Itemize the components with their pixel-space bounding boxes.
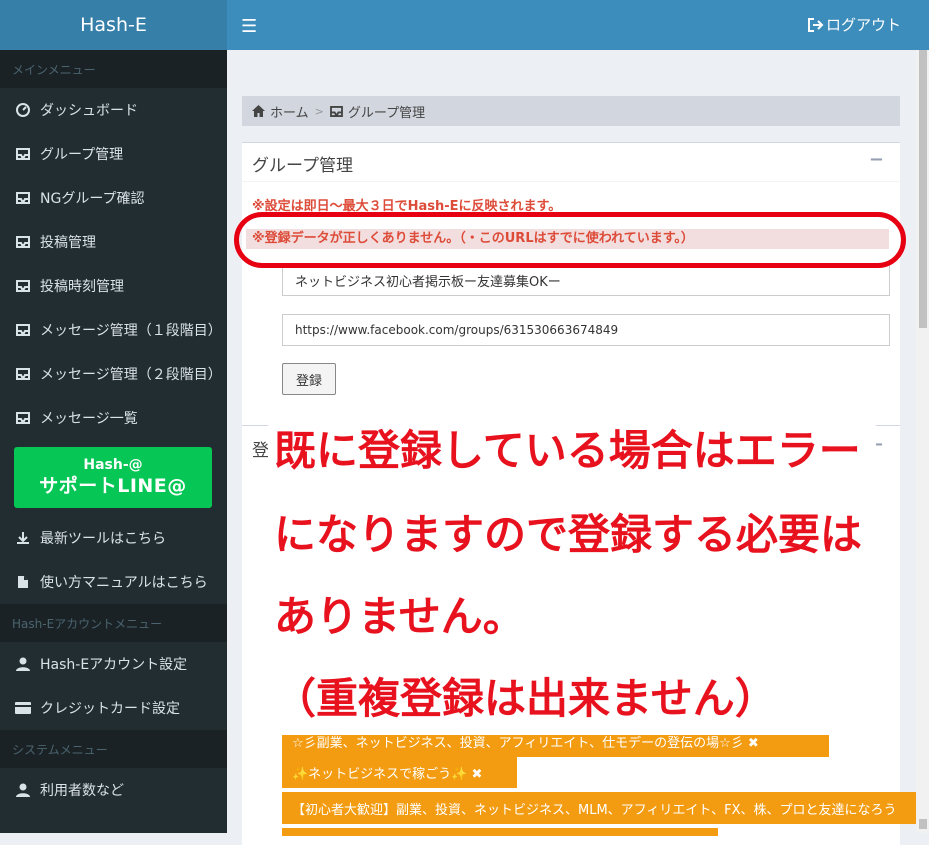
main-menu-header: メインメニュー — [0, 50, 227, 88]
system-menu-header: システムメニュー — [0, 730, 227, 768]
annotation-line-3: ありません。 — [274, 592, 525, 641]
sidebar-item-account-settings[interactable]: Hash-Eアカウント設定 — [0, 642, 227, 686]
inbox-icon — [329, 105, 343, 117]
sidebar-item-label: NGグループ確認 — [40, 191, 145, 207]
download-icon — [15, 530, 31, 546]
breadcrumb-home[interactable]: ホーム — [270, 102, 309, 121]
sidebar-item-group-management[interactable]: グループ管理 — [0, 132, 227, 176]
sidebar-item-message-2[interactable]: メッセージ管理（２段階目） — [0, 352, 227, 396]
sidebar-item-post-time[interactable]: 投稿時刻管理 — [0, 264, 227, 308]
file-icon — [15, 574, 31, 590]
logout-icon — [807, 17, 824, 32]
group-name-field[interactable]: ネットビジネス初心者掲示板ー友達募集OKー — [282, 264, 890, 296]
sidebar-item-ng-group[interactable]: NGグループ確認 — [0, 176, 227, 220]
logout-label: ログアウト — [825, 16, 901, 34]
scrollbar[interactable] — [916, 50, 929, 833]
logout-button[interactable]: ログアウト — [807, 14, 901, 35]
box-title: 登 — [252, 441, 269, 461]
inbox-icon — [15, 146, 31, 162]
sidebar-item-user-count[interactable]: 利用者数など — [0, 768, 227, 812]
scrollbar-thumb[interactable] — [919, 50, 927, 328]
credit-card-icon — [15, 700, 31, 716]
scrollbar-arrow[interactable] — [919, 819, 927, 829]
group-tag[interactable] — [282, 828, 718, 836]
sidebar-item-credit-card[interactable]: クレジットカード設定 — [0, 686, 227, 730]
breadcrumb: ホーム > グループ管理 — [242, 96, 900, 126]
collapse-button[interactable]: − — [869, 149, 884, 170]
dashboard-icon — [15, 102, 31, 118]
inbox-icon — [15, 410, 31, 426]
breadcrumb-separator: > — [314, 104, 324, 118]
divider — [242, 181, 900, 182]
sidebar-item-label: グループ管理 — [40, 147, 124, 163]
inbox-icon — [15, 366, 31, 382]
sidebar-item-label: ダッシュボード — [40, 103, 138, 119]
line-banner-brand: Hash-@ — [83, 456, 143, 473]
sidebar-item-message-1[interactable]: メッセージ管理（１段階目） — [0, 308, 227, 352]
annotation-line-2: になりますので登録する必要は — [274, 510, 863, 559]
box-title: グループ管理 — [252, 156, 353, 176]
sidebar-item-label: 利用者数など — [40, 783, 124, 799]
inbox-icon — [15, 234, 31, 250]
line-banner-label: サポートLINE@ — [39, 474, 187, 497]
top-navbar: ☰ ログアウト — [227, 0, 929, 50]
account-menu-header: Hash-Eアカウントメニュー — [0, 604, 227, 642]
group-url-field[interactable]: https://www.facebook.com/groups/63153066… — [282, 314, 890, 346]
inbox-icon — [15, 278, 31, 294]
annotation-overlay: 既に登録している場合はエラー になりますので登録する必要は ありません。 （重複… — [268, 405, 876, 735]
sidebar-item-label: メッセージ一覧 — [40, 411, 138, 427]
hamburger-icon[interactable]: ☰ — [241, 16, 257, 37]
sidebar-item-label: メッセージ管理（１段階目） — [40, 323, 222, 339]
app-logo[interactable]: Hash-E — [0, 0, 227, 50]
support-line-banner[interactable]: Hash-@ サポートLINE@ — [14, 447, 212, 508]
sidebar-item-latest-tool[interactable]: 最新ツールはこちら — [0, 516, 227, 560]
sidebar-item-post-management[interactable]: 投稿管理 — [0, 220, 227, 264]
sidebar-item-label: 使い方マニュアルはこちら — [40, 575, 208, 591]
sidebar: Hash-E メインメニュー ダッシュボード グループ管理 NGグループ確認 投… — [0, 0, 227, 833]
sidebar-item-label: メッセージ管理（２段階目） — [40, 367, 222, 383]
group-tag[interactable]: 【初心者大歓迎】副業、投資、ネットビジネス、MLM、アフィリエイト、FX、株、プ… — [282, 792, 929, 824]
inbox-icon — [15, 190, 31, 206]
sidebar-item-dashboard[interactable]: ダッシュボード — [0, 88, 227, 132]
home-icon — [252, 105, 265, 117]
sidebar-item-label: 投稿管理 — [40, 235, 96, 251]
breadcrumb-current: グループ管理 — [347, 105, 426, 121]
sidebar-item-manual[interactable]: 使い方マニュアルはこちら — [0, 560, 227, 604]
sidebar-item-label: 投稿時刻管理 — [40, 279, 124, 295]
user-icon — [15, 782, 31, 798]
sidebar-item-label: クレジットカード設定 — [40, 701, 180, 717]
user-icon — [15, 656, 31, 672]
annotation-line-4: （重複登録は出来ません） — [274, 674, 777, 723]
group-tag[interactable]: ✨ネットビジネスで稼ごう✨ ✖ — [282, 756, 517, 788]
annotation-line-1: 既に登録している場合はエラー — [274, 426, 861, 475]
sidebar-item-label: Hash-Eアカウント設定 — [40, 657, 188, 673]
sidebar-item-label: 最新ツールはこちら — [40, 531, 166, 547]
highlight-oval — [234, 212, 906, 268]
inbox-icon — [15, 322, 31, 338]
sidebar-item-message-list[interactable]: メッセージ一覧 — [0, 396, 227, 440]
register-button[interactable]: 登録 — [282, 363, 336, 395]
